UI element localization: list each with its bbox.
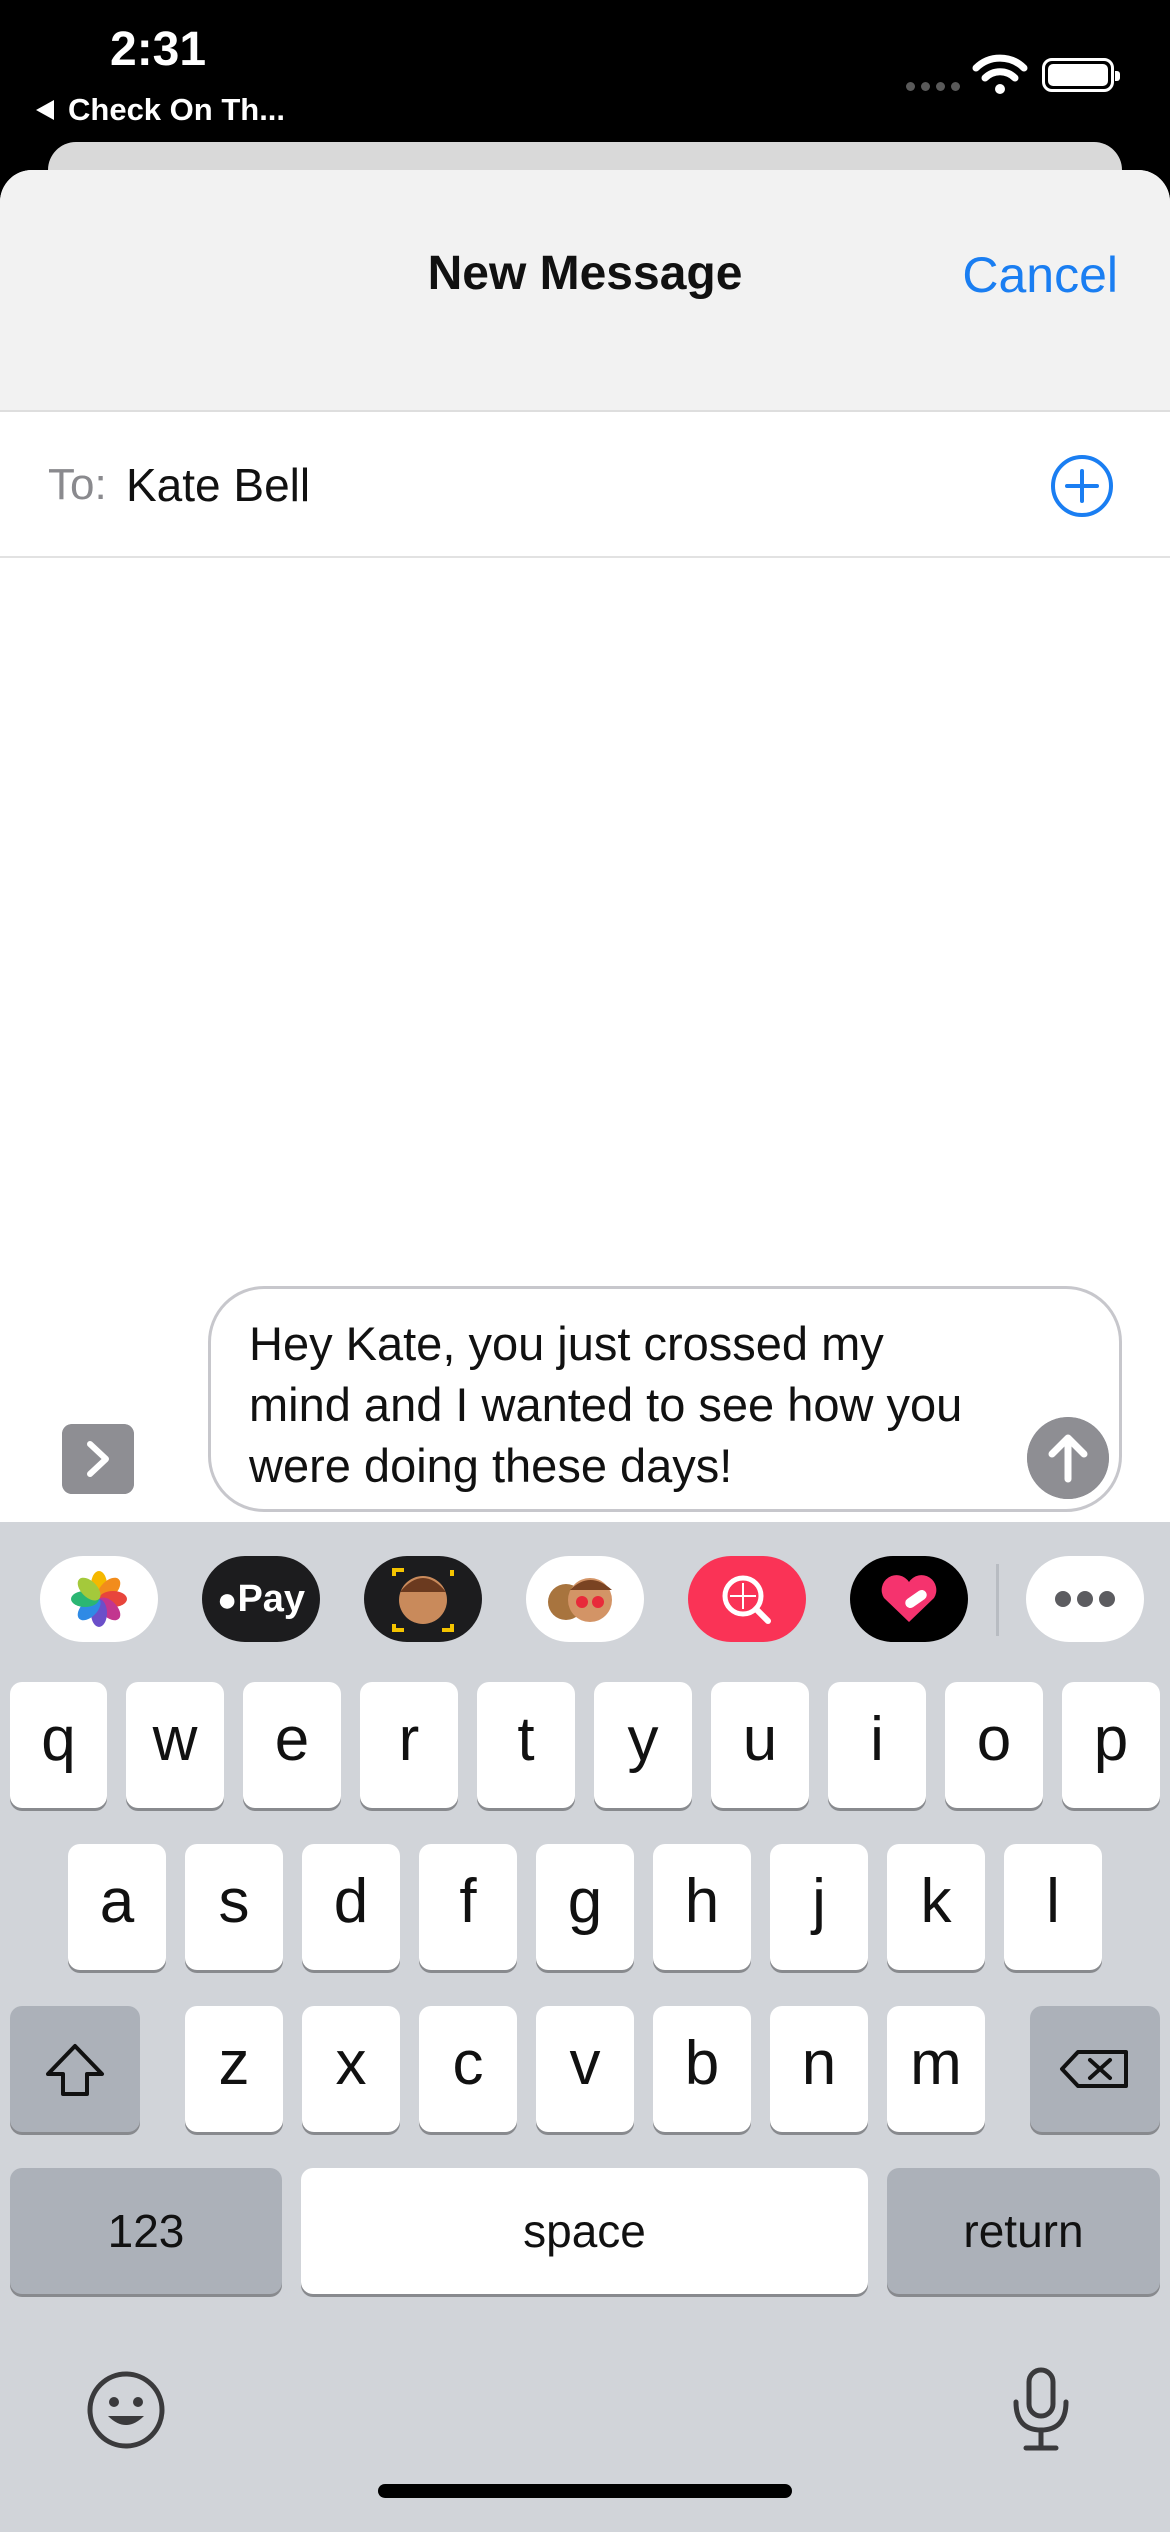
key-s[interactable]: s [185, 1844, 283, 1970]
image-search-app-icon[interactable] [688, 1556, 806, 1642]
key-x[interactable]: x [302, 2006, 400, 2132]
key-b[interactable]: b [653, 2006, 751, 2132]
app-strip-divider [996, 1564, 999, 1636]
key-w[interactable]: w [126, 1682, 224, 1808]
key-z[interactable]: z [185, 2006, 283, 2132]
key-y[interactable]: y [594, 1682, 692, 1808]
digital-touch-app-icon[interactable] [850, 1556, 968, 1642]
message-input[interactable]: Hey Kate, you just crossed my mind and I… [208, 1286, 1122, 1512]
key-g[interactable]: g [536, 1844, 634, 1970]
key-r[interactable]: r [360, 1682, 458, 1808]
message-text[interactable]: Hey Kate, you just crossed my mind and I… [249, 1313, 979, 1496]
key-j[interactable]: j [770, 1844, 868, 1970]
numbers-key[interactable]: 123 [10, 2168, 282, 2294]
recipient-field[interactable]: To: Kate Bell [0, 412, 1170, 558]
key-i[interactable]: i [828, 1682, 926, 1808]
battery-icon [1042, 58, 1120, 92]
key-c[interactable]: c [419, 2006, 517, 2132]
back-to-app-link[interactable]: Check On Th... [36, 92, 285, 128]
back-app-label: Check On Th... [68, 92, 286, 127]
return-key[interactable]: return [887, 2168, 1160, 2294]
memoji-camera-app-icon[interactable] [364, 1556, 482, 1642]
space-key[interactable]: space [301, 2168, 868, 2294]
shift-key[interactable] [10, 2006, 140, 2132]
add-contact-button[interactable] [1050, 454, 1114, 518]
send-button[interactable] [1027, 1417, 1109, 1499]
wifi-icon [972, 54, 1028, 94]
backspace-icon [1060, 2050, 1128, 2088]
expand-apps-button[interactable] [62, 1424, 134, 1494]
back-triangle-icon [36, 100, 54, 120]
recipient-name[interactable]: Kate Bell [126, 458, 310, 512]
key-m[interactable]: m [887, 2006, 985, 2132]
key-o[interactable]: o [945, 1682, 1043, 1808]
key-e[interactable]: e [243, 1682, 341, 1808]
key-f[interactable]: f [419, 1844, 517, 1970]
key-h[interactable]: h [653, 1844, 751, 1970]
new-message-sheet: New Message Cancel To: Kate Bell Hey Kat… [0, 170, 1170, 2532]
cancel-button[interactable]: Cancel [962, 246, 1118, 304]
imessage-app-strip: ●Pay [0, 1522, 1170, 1672]
key-t[interactable]: t [477, 1682, 575, 1808]
apple-pay-label: Pay [237, 1578, 306, 1620]
key-u[interactable]: u [711, 1682, 809, 1808]
shift-arrow-icon [46, 2044, 104, 2096]
key-p[interactable]: p [1062, 1682, 1160, 1808]
emoji-icon[interactable] [84, 2368, 168, 2452]
home-indicator [378, 2484, 792, 2498]
apple-logo-icon: ● [216, 1581, 238, 1619]
key-q[interactable]: q [10, 1682, 107, 1808]
key-k[interactable]: k [887, 1844, 985, 1970]
memoji-stickers-app-icon[interactable] [526, 1556, 644, 1642]
dictation-mic-icon[interactable] [1004, 2364, 1078, 2456]
key-l[interactable]: l [1004, 1844, 1102, 1970]
key-v[interactable]: v [536, 2006, 634, 2132]
status-time: 2:31 [110, 23, 207, 76]
cellular-signal-icon [906, 82, 960, 91]
to-label: To: [48, 460, 107, 509]
navigation-bar: New Message Cancel [0, 170, 1170, 412]
delete-key[interactable] [1030, 2006, 1160, 2132]
apple-pay-app-icon[interactable]: ●Pay [202, 1556, 320, 1642]
key-n[interactable]: n [770, 2006, 868, 2132]
key-d[interactable]: d [302, 1844, 400, 1970]
more-apps-icon[interactable] [1026, 1556, 1144, 1642]
photos-app-icon[interactable] [40, 1556, 158, 1642]
key-a[interactable]: a [68, 1844, 166, 1970]
